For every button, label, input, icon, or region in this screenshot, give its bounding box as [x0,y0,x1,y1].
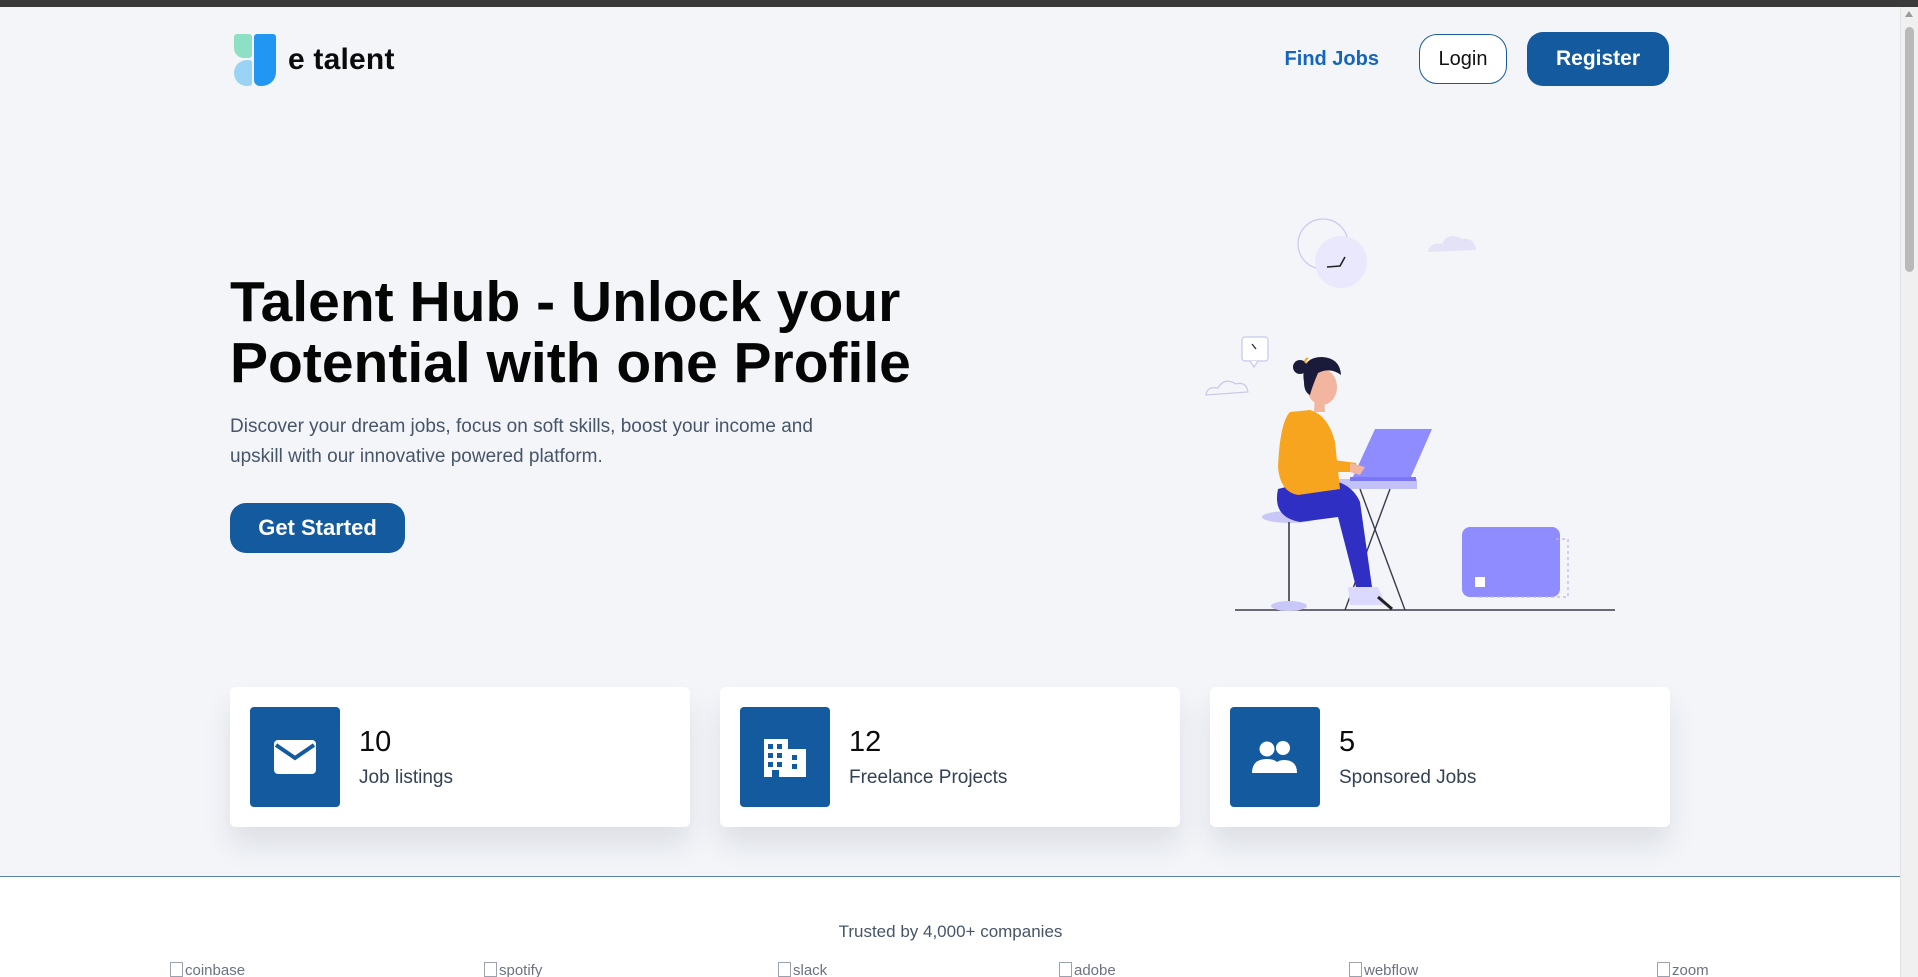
stat-card-freelance-projects[interactable]: 12 Freelance Projects [720,687,1180,827]
trusted-by-text: Trusted by 4,000+ companies [838,922,1063,941]
stat-card-job-listings[interactable]: 10 Job listings [230,687,690,827]
stat-value: 10 [359,725,392,758]
brand-logo-adobe: adobe [1059,962,1116,977]
brand-logo-coinbase: coinbase [170,962,245,977]
logo[interactable]: e talent [234,34,395,86]
brand-logo-slack: slack [778,962,827,977]
cloud-top [1428,235,1476,252]
stat-value: 12 [849,725,882,758]
mail-icon [250,707,340,807]
scroll-thumb[interactable] [1905,27,1914,272]
clock-face [1315,236,1367,288]
landing-page: e talent Find Jobs Login Register Talent… [0,7,1901,977]
person-legs [1276,479,1372,587]
hero-subtitle: Discover your dream jobs, focus on soft … [230,416,813,467]
vertical-scrollbar[interactable] [1900,7,1918,977]
brand-logo-webflow: webflow [1349,962,1418,977]
brand-logo-spotify: spotify [484,962,542,977]
laptop [1352,429,1432,479]
top-nav: Find Jobs Login Register [1285,32,1669,86]
building-icon [740,707,830,807]
hero-title: Talent Hub - Unlock your Potential with … [230,270,911,395]
logo-mark-icon [234,34,276,86]
logo-text: e talent [288,43,395,76]
people-icon [1230,707,1320,807]
find-jobs-link[interactable]: Find Jobs [1285,48,1379,71]
stat-label: Freelance Projects [849,766,1008,788]
stat-card-sponsored-jobs[interactable]: 5 Sponsored Jobs [1210,687,1670,827]
cloud-left [1205,380,1249,396]
speech-bubble [1241,336,1269,362]
stat-label: Job listings [359,766,453,788]
login-button[interactable]: Login [1419,34,1507,84]
get-started-button[interactable]: Get Started [230,503,405,553]
stat-value: 5 [1339,725,1356,758]
scroll-up-icon[interactable] [1905,11,1913,17]
register-button[interactable]: Register [1527,32,1669,86]
person-working-illustration [1205,218,1615,611]
brand-logo-zoom: zoom [1657,962,1709,977]
stat-label: Sponsored Jobs [1339,766,1477,788]
brand-logos-row: coinbase spotify slack adobe webflow zoo… [0,962,1901,977]
stats-row: 10 Job listings 12 Freelance Projects 5 … [230,687,1670,827]
browser-top-bar [0,0,1918,7]
